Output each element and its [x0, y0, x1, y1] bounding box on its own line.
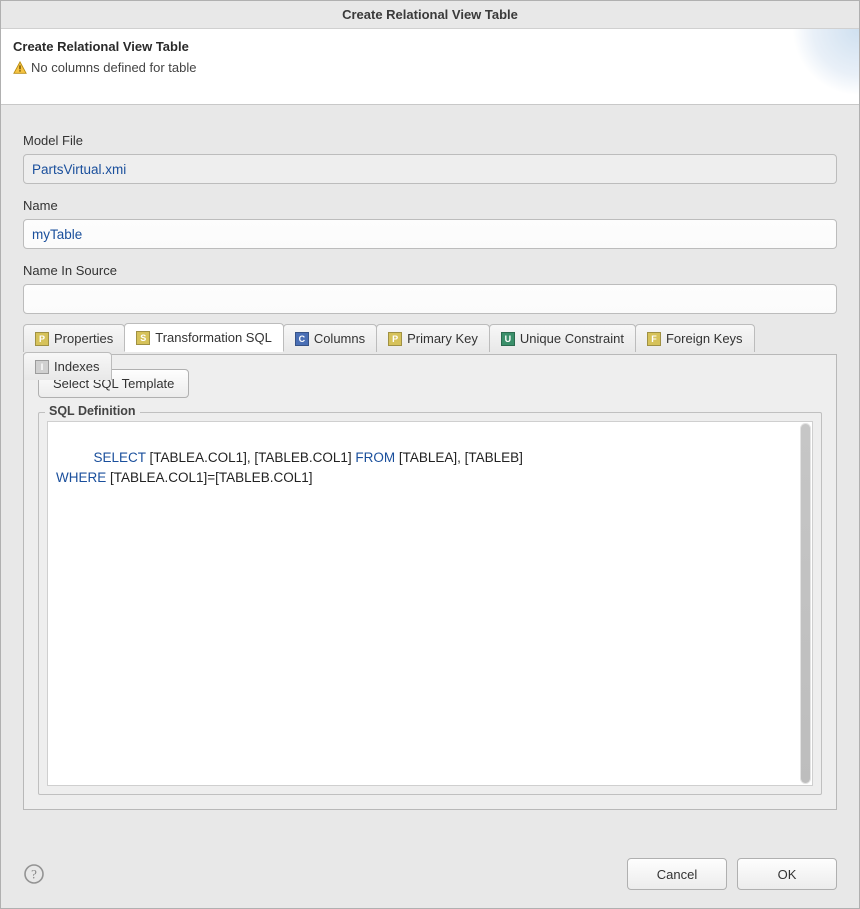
tab-foreign-keys-label: Foreign Keys [666, 331, 743, 346]
window-titlebar: Create Relational View Table [1, 1, 859, 29]
foreign-keys-icon: F [647, 332, 661, 346]
sql-editor[interactable]: SELECT [TABLEA.COL1], [TABLEB.COL1] FROM… [47, 421, 813, 786]
transformation-sql-icon: S [136, 331, 150, 345]
sql-text: [TABLEA.COL1], [TABLEB.COL1] [146, 450, 356, 465]
banner-message-row: No columns defined for table [13, 60, 847, 75]
banner-heading: Create Relational View Table [13, 39, 847, 54]
sql-keyword: SELECT [94, 450, 146, 465]
banner: Create Relational View Table No columns … [1, 29, 859, 105]
name-label: Name [23, 198, 837, 213]
tabs-container: P Properties S Transformation SQL C Colu… [1, 322, 859, 810]
tab-indexes[interactable]: I Indexes [23, 352, 112, 380]
properties-icon: P [35, 332, 49, 346]
tab-properties[interactable]: P Properties [23, 324, 125, 352]
sql-definition-legend: SQL Definition [45, 404, 140, 418]
ok-button[interactable]: OK [737, 858, 837, 890]
banner-message: No columns defined for table [31, 60, 196, 75]
tab-indexes-label: Indexes [54, 359, 100, 374]
unique-constraint-icon: U [501, 332, 515, 346]
sql-scrollbar[interactable] [800, 423, 811, 784]
svg-text:?: ? [31, 867, 37, 882]
name-in-source-field[interactable] [23, 284, 837, 314]
sql-definition-fieldset: SQL Definition SELECT [TABLEA.COL1], [TA… [38, 412, 822, 795]
sql-keyword: FROM [355, 450, 395, 465]
footer-bar: ? Cancel OK [1, 844, 859, 908]
sql-text: [TABLEA], [TABLEB] [395, 450, 523, 465]
tab-columns[interactable]: C Columns [283, 324, 377, 352]
sql-keyword: WHERE [56, 470, 106, 485]
tab-properties-label: Properties [54, 331, 113, 346]
form-area: Model File Name Name In Source [1, 105, 859, 322]
tab-unique-constraint-label: Unique Constraint [520, 331, 624, 346]
sql-text: [TABLEA.COL1]=[TABLEB.COL1] [106, 470, 312, 485]
help-icon[interactable]: ? [23, 863, 45, 885]
tab-primary-key-label: Primary Key [407, 331, 478, 346]
window-title: Create Relational View Table [342, 7, 518, 22]
warning-icon [13, 61, 27, 75]
tab-transformation-sql-label: Transformation SQL [155, 330, 272, 345]
model-file-field [23, 154, 837, 184]
tab-foreign-keys[interactable]: F Foreign Keys [635, 324, 755, 352]
primary-key-icon: P [388, 332, 402, 346]
tab-columns-label: Columns [314, 331, 365, 346]
tab-body-transformation-sql: Select SQL Template SQL Definition SELEC… [23, 355, 837, 810]
name-field[interactable] [23, 219, 837, 249]
tab-transformation-sql[interactable]: S Transformation SQL [124, 323, 284, 352]
cancel-button[interactable]: Cancel [627, 858, 727, 890]
model-file-label: Model File [23, 133, 837, 148]
tab-primary-key[interactable]: P Primary Key [376, 324, 490, 352]
dialog-window: Create Relational View Table Create Rela… [0, 0, 860, 909]
tab-bar: P Properties S Transformation SQL C Colu… [23, 322, 837, 355]
tab-unique-constraint[interactable]: U Unique Constraint [489, 324, 636, 352]
columns-icon: C [295, 332, 309, 346]
indexes-icon: I [35, 360, 49, 374]
name-in-source-label: Name In Source [23, 263, 837, 278]
